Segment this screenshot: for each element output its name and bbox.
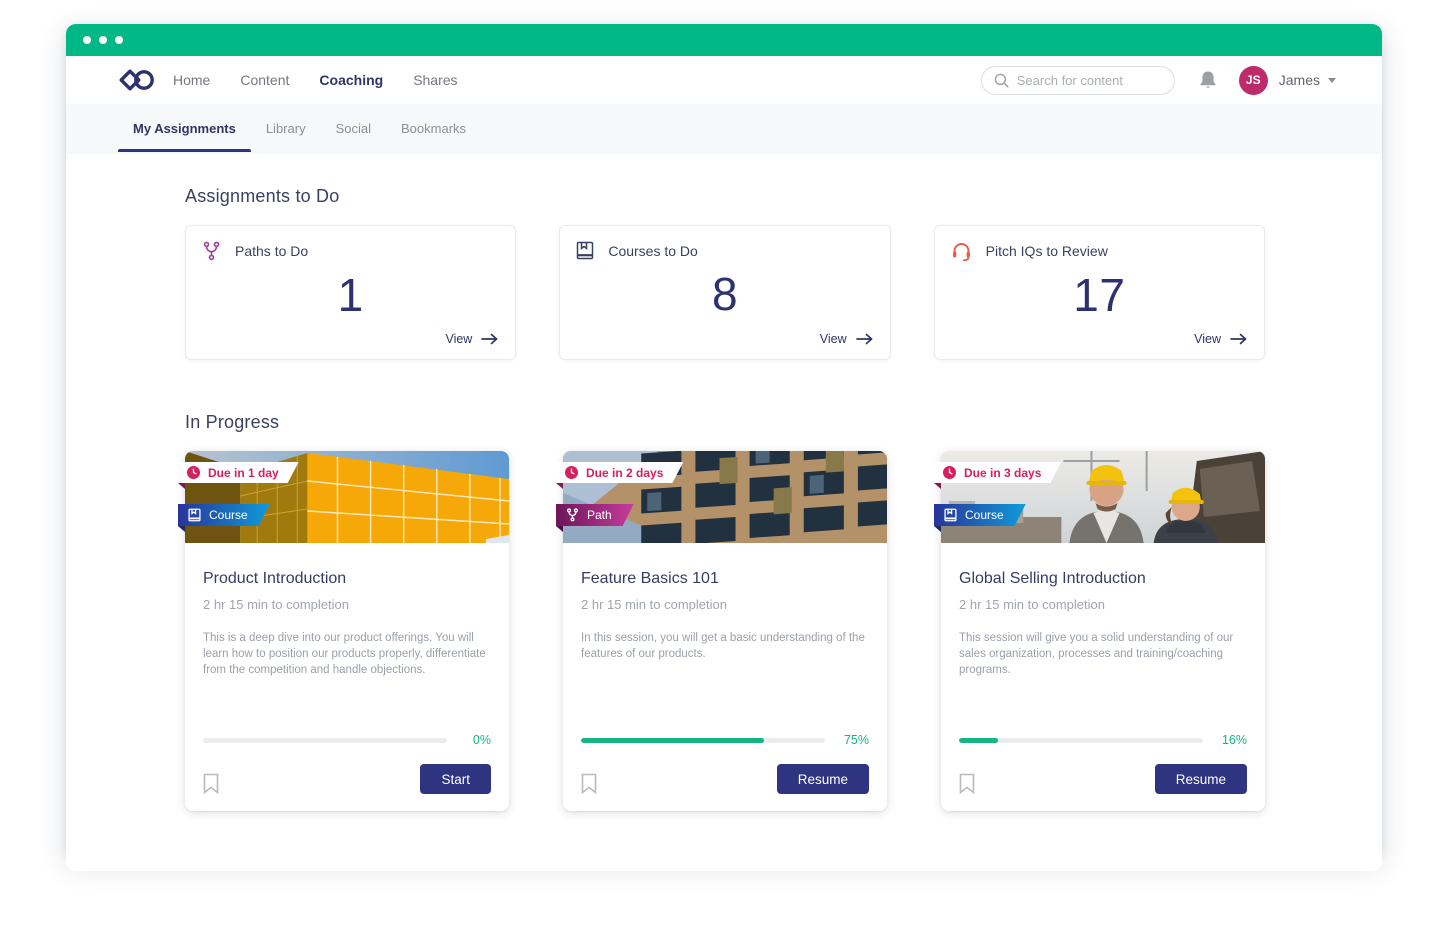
stat-card-courses[interactable]: Courses to Do 8 View <box>559 225 890 360</box>
progress-fill <box>581 738 764 743</box>
view-link[interactable]: View <box>445 332 499 346</box>
stat-card-pitch-iqs[interactable]: Pitch IQs to Review 17 View <box>934 225 1265 360</box>
nav-item-shares[interactable]: Shares <box>413 72 457 88</box>
progress-row: 16% <box>959 733 1247 747</box>
course-card[interactable]: Due in 3 days <box>941 451 1265 811</box>
progress-track <box>203 738 447 743</box>
type-badge: Path <box>556 504 634 526</box>
tab-social[interactable]: Social <box>321 121 386 152</box>
search-box[interactable] <box>981 66 1175 95</box>
window-control-dot <box>99 36 107 44</box>
tab-my-assignments[interactable]: My Assignments <box>118 121 251 152</box>
due-badge-label: Due in 3 days <box>964 466 1041 480</box>
type-badge: Course <box>934 504 1026 526</box>
stat-card-count: 1 <box>202 257 499 332</box>
view-link-label: View <box>445 332 472 346</box>
course-duration: 2 hr 15 min to completion <box>581 597 869 612</box>
view-link-label: View <box>820 332 847 346</box>
progress-percent-label: 75% <box>837 733 869 747</box>
type-badge-label: Path <box>587 508 612 522</box>
chevron-down-icon <box>1328 78 1336 83</box>
progress-track <box>581 738 825 743</box>
course-duration: 2 hr 15 min to completion <box>203 597 491 612</box>
arrow-right-icon <box>1230 333 1248 345</box>
stat-card-paths[interactable]: Paths to Do 1 View <box>185 225 516 360</box>
stat-card-count: 8 <box>576 256 873 332</box>
search-input[interactable] <box>1017 73 1162 88</box>
type-badge-label: Course <box>965 508 1004 522</box>
arrow-right-icon <box>481 333 499 345</box>
clock-icon <box>565 466 578 479</box>
progress-row: 0% <box>203 733 491 747</box>
stat-card-count: 17 <box>951 257 1248 332</box>
bookmark-icon[interactable] <box>203 773 219 794</box>
clock-icon <box>187 466 200 479</box>
resume-button[interactable]: Resume <box>777 764 869 794</box>
course-book-icon <box>944 508 957 522</box>
bookmark-icon[interactable] <box>959 773 975 794</box>
course-description: This is a deep dive into our product off… <box>203 630 491 733</box>
app-window: Home Content Coaching Shares <box>66 24 1382 858</box>
progress-fill <box>959 738 998 743</box>
view-link[interactable]: View <box>820 332 874 346</box>
due-badge: Due in 2 days <box>556 462 683 483</box>
course-card-row: Due in 1 day <box>185 451 1265 811</box>
window-control-dot <box>83 36 91 44</box>
top-navigation: Home Content Coaching Shares <box>66 56 1382 104</box>
progress-track <box>959 738 1203 743</box>
nav-item-home[interactable]: Home <box>173 72 210 88</box>
main-content: Assignments to Do Paths to Do <box>66 152 1382 871</box>
progress-row: 75% <box>581 733 869 747</box>
progress-percent-label: 0% <box>459 733 491 747</box>
course-card[interactable]: Due in 1 day <box>185 451 509 811</box>
sub-navigation: My Assignments Library Social Bookmarks <box>66 104 1382 152</box>
course-book-icon <box>188 508 201 522</box>
resume-button[interactable]: Resume <box>1155 764 1247 794</box>
assignments-to-do-heading: Assignments to Do <box>185 186 1265 207</box>
course-description: This session will give you a solid under… <box>959 630 1247 733</box>
due-badge-label: Due in 1 day <box>208 466 279 480</box>
avatar-initials: JS <box>1246 73 1261 87</box>
stat-card-row: Paths to Do 1 View <box>185 225 1265 360</box>
page: Home Content Coaching Shares <box>0 0 1440 926</box>
course-duration: 2 hr 15 min to completion <box>959 597 1247 612</box>
browser-titlebar <box>66 24 1382 56</box>
tab-library[interactable]: Library <box>251 121 321 152</box>
due-badge: Due in 1 day <box>178 462 299 483</box>
clock-icon <box>943 466 956 479</box>
main-nav: Home Content Coaching Shares <box>173 72 458 88</box>
bookmark-icon[interactable] <box>581 773 597 794</box>
view-link-label: View <box>1194 332 1221 346</box>
avatar[interactable]: JS <box>1239 66 1268 95</box>
progress-percent-label: 16% <box>1215 733 1247 747</box>
course-title: Feature Basics 101 <box>581 570 869 588</box>
start-button[interactable]: Start <box>420 764 491 794</box>
course-card[interactable]: Due in 2 days Path <box>563 451 887 811</box>
arrow-right-icon <box>856 333 874 345</box>
course-title: Product Introduction <box>203 570 491 588</box>
in-progress-heading: In Progress <box>185 412 1265 433</box>
type-badge-label: Course <box>209 508 248 522</box>
search-icon <box>994 73 1009 88</box>
view-link[interactable]: View <box>1194 332 1248 346</box>
due-badge: Due in 3 days <box>934 462 1061 483</box>
nav-item-coaching[interactable]: Coaching <box>319 72 383 88</box>
window-control-dot <box>115 36 123 44</box>
tab-bookmarks[interactable]: Bookmarks <box>386 121 481 152</box>
course-description: In this session, you will get a basic un… <box>581 630 869 733</box>
due-badge-label: Due in 2 days <box>586 466 663 480</box>
course-title: Global Selling Introduction <box>959 570 1247 588</box>
path-icon <box>566 508 579 522</box>
nav-item-content[interactable]: Content <box>240 72 289 88</box>
user-menu[interactable]: James <box>1279 72 1336 88</box>
type-badge: Course <box>178 504 270 526</box>
infinity-logo-icon[interactable] <box>118 67 155 93</box>
notifications-bell-icon[interactable] <box>1199 70 1217 90</box>
user-name: James <box>1279 72 1320 88</box>
